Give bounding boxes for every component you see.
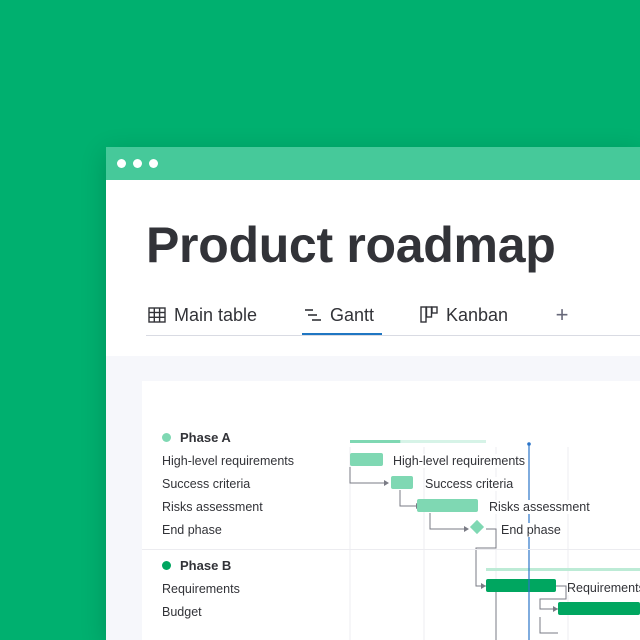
app-window: Product roadmap Main table Gantt Kanban … — [106, 147, 640, 640]
milestone-diamond-icon[interactable] — [469, 519, 485, 535]
task-label[interactable]: End phase — [162, 523, 222, 537]
gantt-bar[interactable] — [558, 602, 640, 615]
arrowhead-icon — [464, 526, 469, 532]
gantt-bar-label: High-level requirements — [393, 454, 528, 468]
dependency-connector — [475, 528, 497, 587]
phase-a-timeline-progress — [350, 440, 401, 443]
dependency-lines — [349, 467, 567, 640]
dependency-connector — [349, 467, 384, 484]
group-divider — [142, 549, 640, 550]
task-label[interactable]: High-level requirements — [162, 454, 294, 468]
gantt-bar-label: Success criteria — [425, 477, 516, 491]
gantt-bar-label: End phase — [501, 523, 563, 537]
task-label[interactable]: Risks assessment — [162, 500, 263, 514]
task-label[interactable]: Success criteria — [162, 477, 250, 491]
arrowhead-icon — [384, 480, 389, 486]
task-label[interactable]: Requirements — [162, 582, 240, 596]
task-label[interactable]: Budget — [162, 605, 202, 619]
today-marker — [527, 442, 531, 446]
phase-b-dot — [162, 561, 171, 570]
arrowhead-icon — [481, 583, 486, 589]
gantt-bar[interactable] — [391, 476, 413, 489]
dependency-connector — [399, 490, 416, 507]
phase-a-dot — [162, 433, 171, 442]
gantt-bar[interactable] — [486, 579, 556, 592]
gantt-bar-label: Requirements — [567, 581, 640, 595]
gantt-bar-label: Risks assessment — [489, 500, 592, 514]
dependency-connector — [539, 617, 558, 634]
dependency-connector — [429, 513, 464, 530]
gantt-bar[interactable] — [350, 453, 383, 466]
group-title-phase-a[interactable]: Phase A — [180, 430, 231, 445]
phase-b-timeline-track — [486, 568, 640, 571]
arrowhead-icon — [553, 606, 558, 612]
gantt-bar[interactable] — [417, 499, 478, 512]
group-title-phase-b[interactable]: Phase B — [180, 558, 231, 573]
